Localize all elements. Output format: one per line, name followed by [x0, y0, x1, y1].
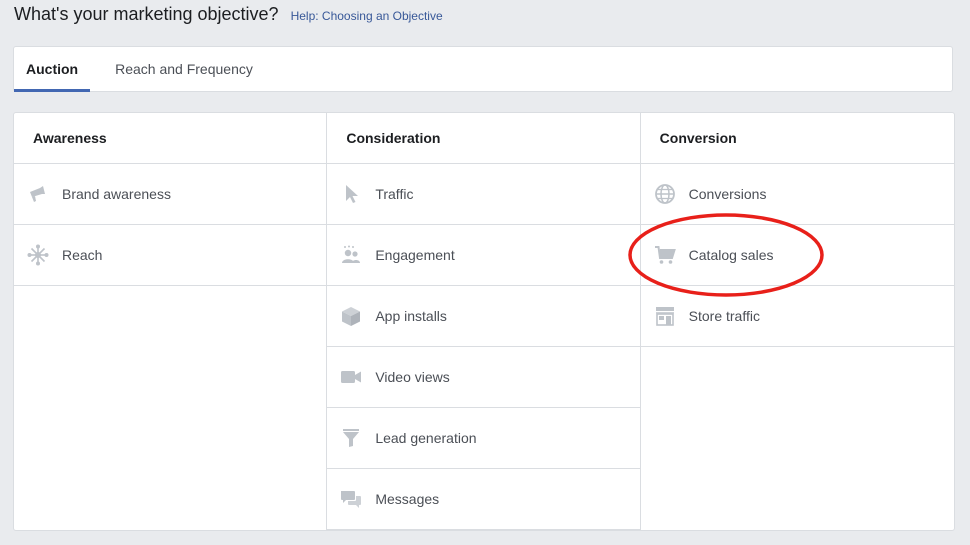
- tab-auction[interactable]: Auction: [14, 47, 91, 92]
- shopping-cart-icon: [654, 244, 676, 266]
- objective-label: Store traffic: [688, 308, 760, 324]
- objective-label: Video views: [375, 369, 450, 385]
- objective-label: Traffic: [375, 186, 414, 202]
- objective-label: Brand awareness: [62, 186, 171, 202]
- video-camera-icon: [340, 366, 362, 388]
- objective-label: App installs: [375, 308, 447, 324]
- page-heading: What's your marketing objective? Help: C…: [14, 4, 443, 25]
- objective-traffic[interactable]: Traffic: [327, 164, 640, 225]
- globe-icon: [654, 183, 676, 205]
- objective-engagement[interactable]: Engagement: [327, 225, 640, 286]
- funnel-icon: [340, 427, 362, 449]
- objective-store-traffic[interactable]: Store traffic: [640, 286, 954, 347]
- people-icon: [340, 244, 362, 266]
- column-header-conversion: Conversion: [640, 113, 954, 164]
- help-link[interactable]: Help: Choosing an Objective: [291, 9, 443, 23]
- awareness-column: Awareness Brand awareness Reach: [14, 113, 328, 530]
- objective-label: Engagement: [375, 247, 455, 263]
- objective-conversions[interactable]: Conversions: [640, 164, 954, 225]
- tab-reach-and-frequency[interactable]: Reach and Frequency: [90, 47, 265, 91]
- conversion-column: Conversion Conversions Catalog sales Sto…: [640, 113, 954, 530]
- storefront-icon: [654, 305, 676, 327]
- objective-catalog-sales[interactable]: Catalog sales: [640, 225, 954, 286]
- objective-label: Conversions: [688, 186, 767, 202]
- objective-video-views[interactable]: Video views: [327, 347, 640, 408]
- objective-label: Lead generation: [375, 430, 477, 446]
- reach-icon: [27, 244, 49, 266]
- column-header-consideration: Consideration: [327, 113, 640, 164]
- page-title: What's your marketing objective?: [14, 4, 279, 24]
- consideration-column: Consideration Traffic Engagement App ins…: [327, 113, 641, 530]
- megaphone-icon: [27, 183, 49, 205]
- objective-grid: Awareness Brand awareness Reach Consider…: [13, 112, 955, 531]
- objective-brand-awareness[interactable]: Brand awareness: [14, 164, 327, 225]
- objective-messages[interactable]: Messages: [327, 469, 640, 530]
- cursor-icon: [340, 183, 362, 205]
- chat-bubbles-icon: [340, 488, 362, 510]
- objective-app-installs[interactable]: App installs: [327, 286, 640, 347]
- buying-type-tabs: Auction Reach and Frequency: [13, 46, 953, 92]
- objective-label: Catalog sales: [688, 247, 774, 263]
- objective-label: Reach: [62, 247, 103, 263]
- column-header-awareness: Awareness: [14, 113, 327, 164]
- box-icon: [340, 305, 362, 327]
- objective-label: Messages: [375, 491, 440, 507]
- objective-reach[interactable]: Reach: [14, 225, 327, 286]
- objective-lead-generation[interactable]: Lead generation: [327, 408, 640, 469]
